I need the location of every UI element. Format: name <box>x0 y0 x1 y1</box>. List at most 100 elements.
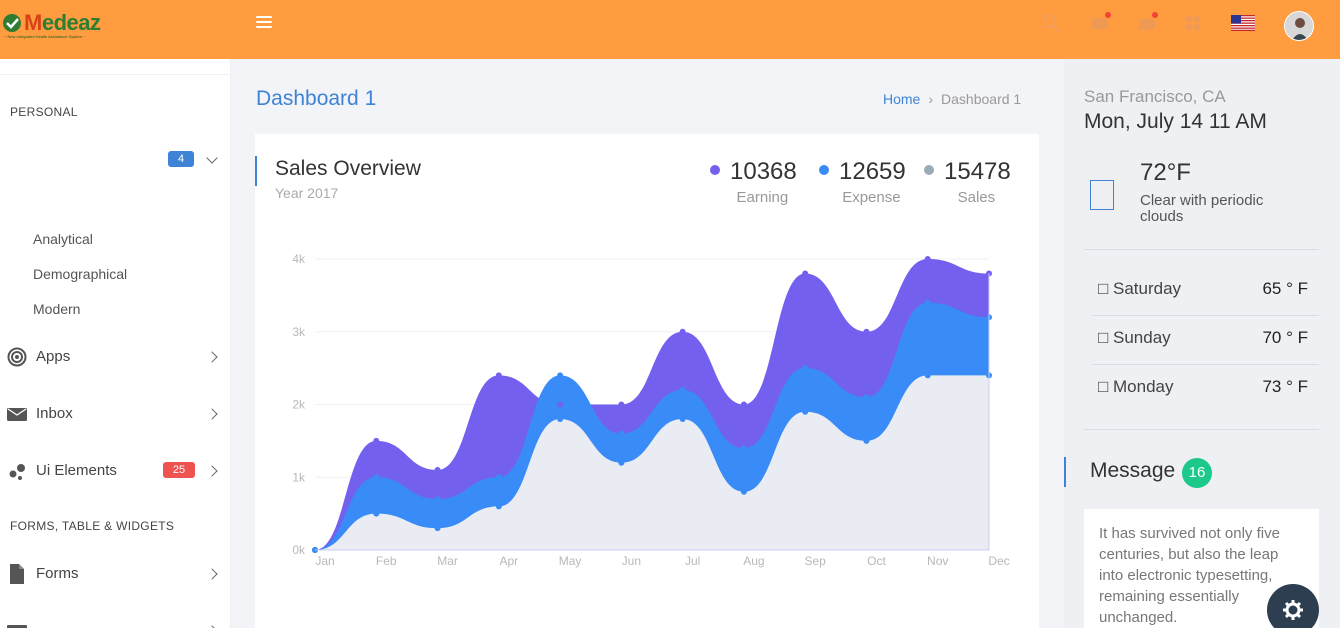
x-tick-label: Dec <box>988 554 1009 568</box>
grid-icon[interactable] <box>1184 14 1202 32</box>
sidebar-item-label: Apps <box>36 348 71 365</box>
data-point <box>740 401 747 408</box>
mail-icon <box>7 408 27 421</box>
legend-dot-icon <box>924 164 934 175</box>
notification-icon[interactable] <box>1091 12 1111 32</box>
x-tick-label: Oct <box>867 554 886 568</box>
sidebar-subitem-modern[interactable]: Modern <box>33 301 80 317</box>
data-point <box>434 466 441 473</box>
data-point <box>740 445 747 452</box>
breadcrumb-separator-icon: › <box>928 91 934 107</box>
sidebar-item-forms[interactable]: Forms <box>0 560 231 588</box>
section-forms-tables-widgets: FORMS, TABLE & WIDGETS <box>10 519 175 533</box>
brand-logo[interactable]: Medeaz ~ New Integrated Health Assistanc… <box>0 10 120 44</box>
breadcrumb-home[interactable]: Home <box>883 91 920 107</box>
menu-icon[interactable] <box>256 16 272 30</box>
check-logo-icon <box>3 14 21 32</box>
chevron-right-icon <box>206 568 218 580</box>
weather-temperature: 72°F <box>1140 159 1191 186</box>
data-point <box>924 372 931 379</box>
settings-gear-button[interactable] <box>1267 584 1319 628</box>
legend-dot-icon <box>710 164 720 175</box>
gear-icon <box>1283 600 1303 620</box>
stat-value: 12659 <box>839 158 906 185</box>
message-accent-bar <box>1064 457 1066 487</box>
breadcrumb: Home › Dashboard 1 <box>883 91 1021 107</box>
message-count-badge: 16 <box>1182 458 1212 488</box>
x-tick-label: Jan <box>315 554 334 568</box>
data-point <box>373 474 380 481</box>
data-point <box>495 372 502 379</box>
section-personal: PERSONAL <box>10 105 78 119</box>
forecast-temp: 73 ° F <box>1262 377 1308 396</box>
card-title: Sales Overview <box>275 157 421 180</box>
page-title: Dashboard 1 <box>256 87 377 110</box>
forecast-temp: 70 ° F <box>1262 328 1308 347</box>
us-flag-icon[interactable] <box>1231 15 1255 31</box>
document-icon <box>10 564 24 584</box>
message-title: Message <box>1090 459 1176 482</box>
data-point <box>924 299 931 306</box>
data-point <box>679 328 686 335</box>
stat-label: Earning <box>736 189 789 206</box>
data-point <box>863 394 870 401</box>
card-subtitle: Year 2017 <box>275 185 339 201</box>
stat-label: Sales <box>957 189 996 206</box>
data-point <box>802 365 809 372</box>
sidebar-subitem-analytical[interactable]: Analytical <box>33 231 93 247</box>
x-tick-label: Feb <box>376 554 397 568</box>
sidebar-item-inbox[interactable]: Inbox <box>0 400 231 428</box>
breadcrumb-current: Dashboard 1 <box>941 91 1022 107</box>
data-point <box>863 328 870 335</box>
sidebar: PERSONAL 4 Analytical Demographical Mode… <box>0 59 231 628</box>
forecast-row: □ Sunday 70 ° F <box>1098 328 1308 347</box>
data-point <box>618 401 625 408</box>
search-icon[interactable] <box>1042 14 1060 32</box>
forecast-temp: 65 ° F <box>1262 279 1308 298</box>
day-icon: □ <box>1098 279 1113 298</box>
stat-label: Expense <box>842 189 901 206</box>
sidebar-item-tables[interactable] <box>0 617 231 628</box>
weather-icon <box>1090 180 1114 210</box>
chevron-right-icon <box>206 408 218 420</box>
data-point <box>434 496 441 503</box>
table-icon <box>7 625 27 628</box>
data-point <box>802 270 809 277</box>
chevron-right-icon <box>206 351 218 363</box>
stat-value: 10368 <box>730 158 797 185</box>
mail-icon[interactable] <box>1138 12 1158 32</box>
legend-dot-icon <box>819 164 829 175</box>
x-tick-label: Jul <box>685 554 700 568</box>
stat-value: 15478 <box>944 158 1011 185</box>
x-tick-label: Mar <box>437 554 458 568</box>
sidebar-item-apps[interactable]: Apps <box>0 343 231 371</box>
dashboard-badge: 4 <box>168 151 194 167</box>
weather-condition: Clear with periodic clouds <box>1140 192 1264 225</box>
x-tick-label: Aug <box>743 554 764 568</box>
sidebar-item-ui-elements[interactable]: Ui Elements 25 <box>0 457 231 485</box>
sidebar-item-label: Ui Elements <box>36 462 117 479</box>
x-tick-label: May <box>559 554 582 568</box>
data-point <box>557 401 564 408</box>
shapes-icon <box>9 464 25 480</box>
stat-expense: 12659 Expense <box>819 158 906 206</box>
data-point <box>373 437 380 444</box>
card-accent-bar <box>255 156 257 186</box>
chevron-down-icon[interactable] <box>206 152 218 164</box>
logo-text: Medeaz <box>24 10 101 35</box>
x-tick-label: Nov <box>927 554 948 568</box>
forecast-row: □ Saturday 65 ° F <box>1098 279 1308 298</box>
data-point <box>557 372 564 379</box>
x-tick-label: Apr <box>499 554 518 568</box>
data-point <box>495 503 502 510</box>
data-point <box>618 459 625 466</box>
stat-sales: 15478 Sales <box>924 158 1011 206</box>
y-tick-label: 1k <box>292 470 306 484</box>
data-point <box>495 474 502 481</box>
y-tick-label: 3k <box>292 325 306 339</box>
chevron-right-icon <box>206 465 218 477</box>
ui-elements-badge: 25 <box>163 462 195 478</box>
user-avatar[interactable] <box>1284 11 1314 41</box>
sidebar-subitem-demographical[interactable]: Demographical <box>33 266 127 282</box>
data-point <box>802 408 809 415</box>
